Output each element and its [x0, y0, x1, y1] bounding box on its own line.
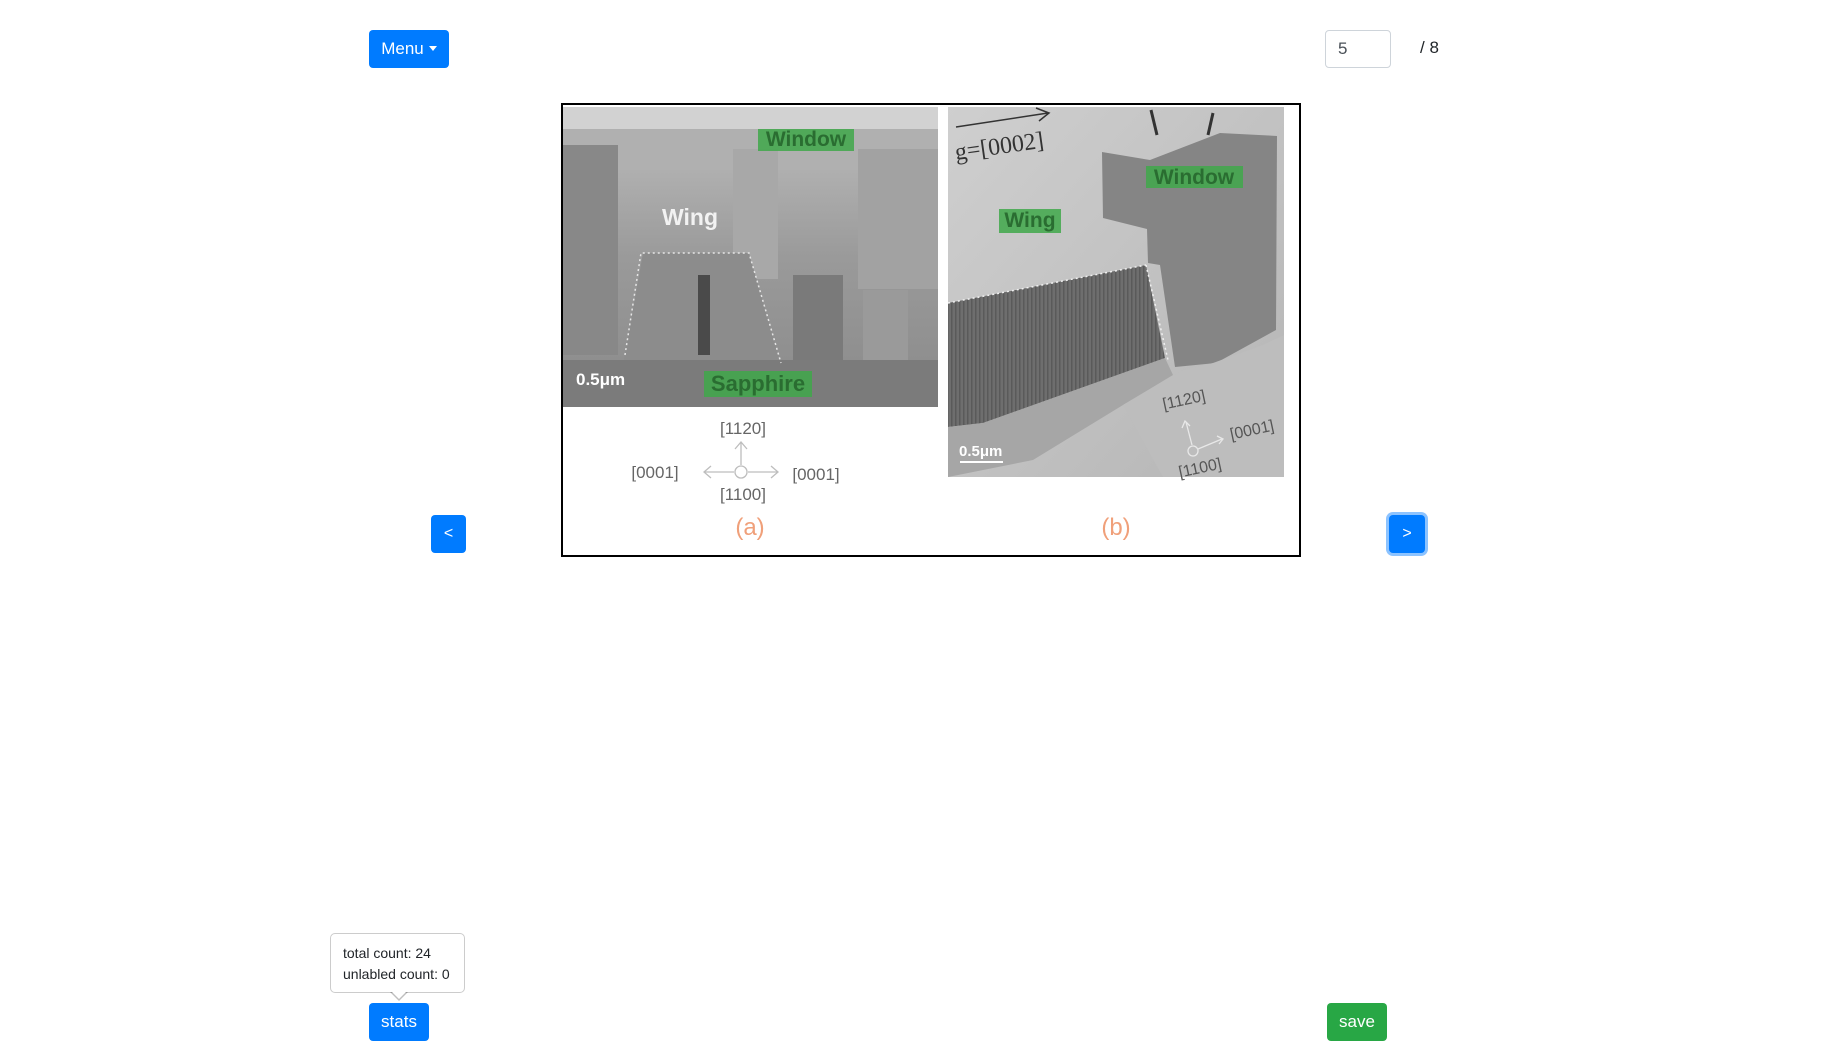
panel-b-micrograph — [947, 107, 1284, 477]
label-sapphire: Sapphire — [711, 371, 805, 396]
axis-right-a: [0001] — [792, 465, 839, 484]
label-wing-a: Wing — [662, 204, 718, 230]
stats-popover: total count: 24 unlabled count: 0 — [330, 933, 465, 1001]
menu-button[interactable]: Menu — [369, 30, 449, 68]
caret-down-icon — [428, 45, 437, 51]
caption-a: (a) — [735, 514, 764, 541]
label-window-a: Window — [766, 128, 847, 151]
page-total: / 8 — [1420, 38, 1439, 57]
caption-b: (b) — [1101, 514, 1130, 541]
label-wing-b: Wing — [1004, 209, 1055, 232]
label-window-b: Window — [1154, 166, 1235, 189]
figure-image: Window Wing Sapphire 0.5μm [1120] [1100]… — [561, 103, 1301, 557]
next-button[interactable]: > — [1389, 515, 1425, 553]
axis-up-a: [1120] — [720, 419, 766, 438]
stats-button[interactable]: stats — [369, 1003, 429, 1041]
total-count-text: total count: 24 — [343, 945, 431, 961]
save-button[interactable]: save — [1327, 1003, 1387, 1041]
previous-button[interactable]: < — [431, 515, 466, 553]
scale-label-b: 0.5μm — [959, 443, 1002, 460]
scale-label-a: 0.5μm — [576, 370, 625, 389]
page-number-input[interactable] — [1325, 30, 1391, 68]
unlabeled-count-text: unlabled count: 0 — [343, 966, 450, 982]
panel-a-axes — [703, 441, 779, 479]
panel-a-micrograph — [563, 107, 938, 407]
axis-left-a: [0001] — [631, 463, 678, 482]
axis-down-a: [1100] — [720, 485, 766, 504]
menu-button-label: Menu — [381, 39, 424, 58]
popover-arrow — [390, 991, 408, 1001]
figure-canvas: Window Wing Sapphire 0.5μm [1120] [1100]… — [563, 107, 1284, 541]
